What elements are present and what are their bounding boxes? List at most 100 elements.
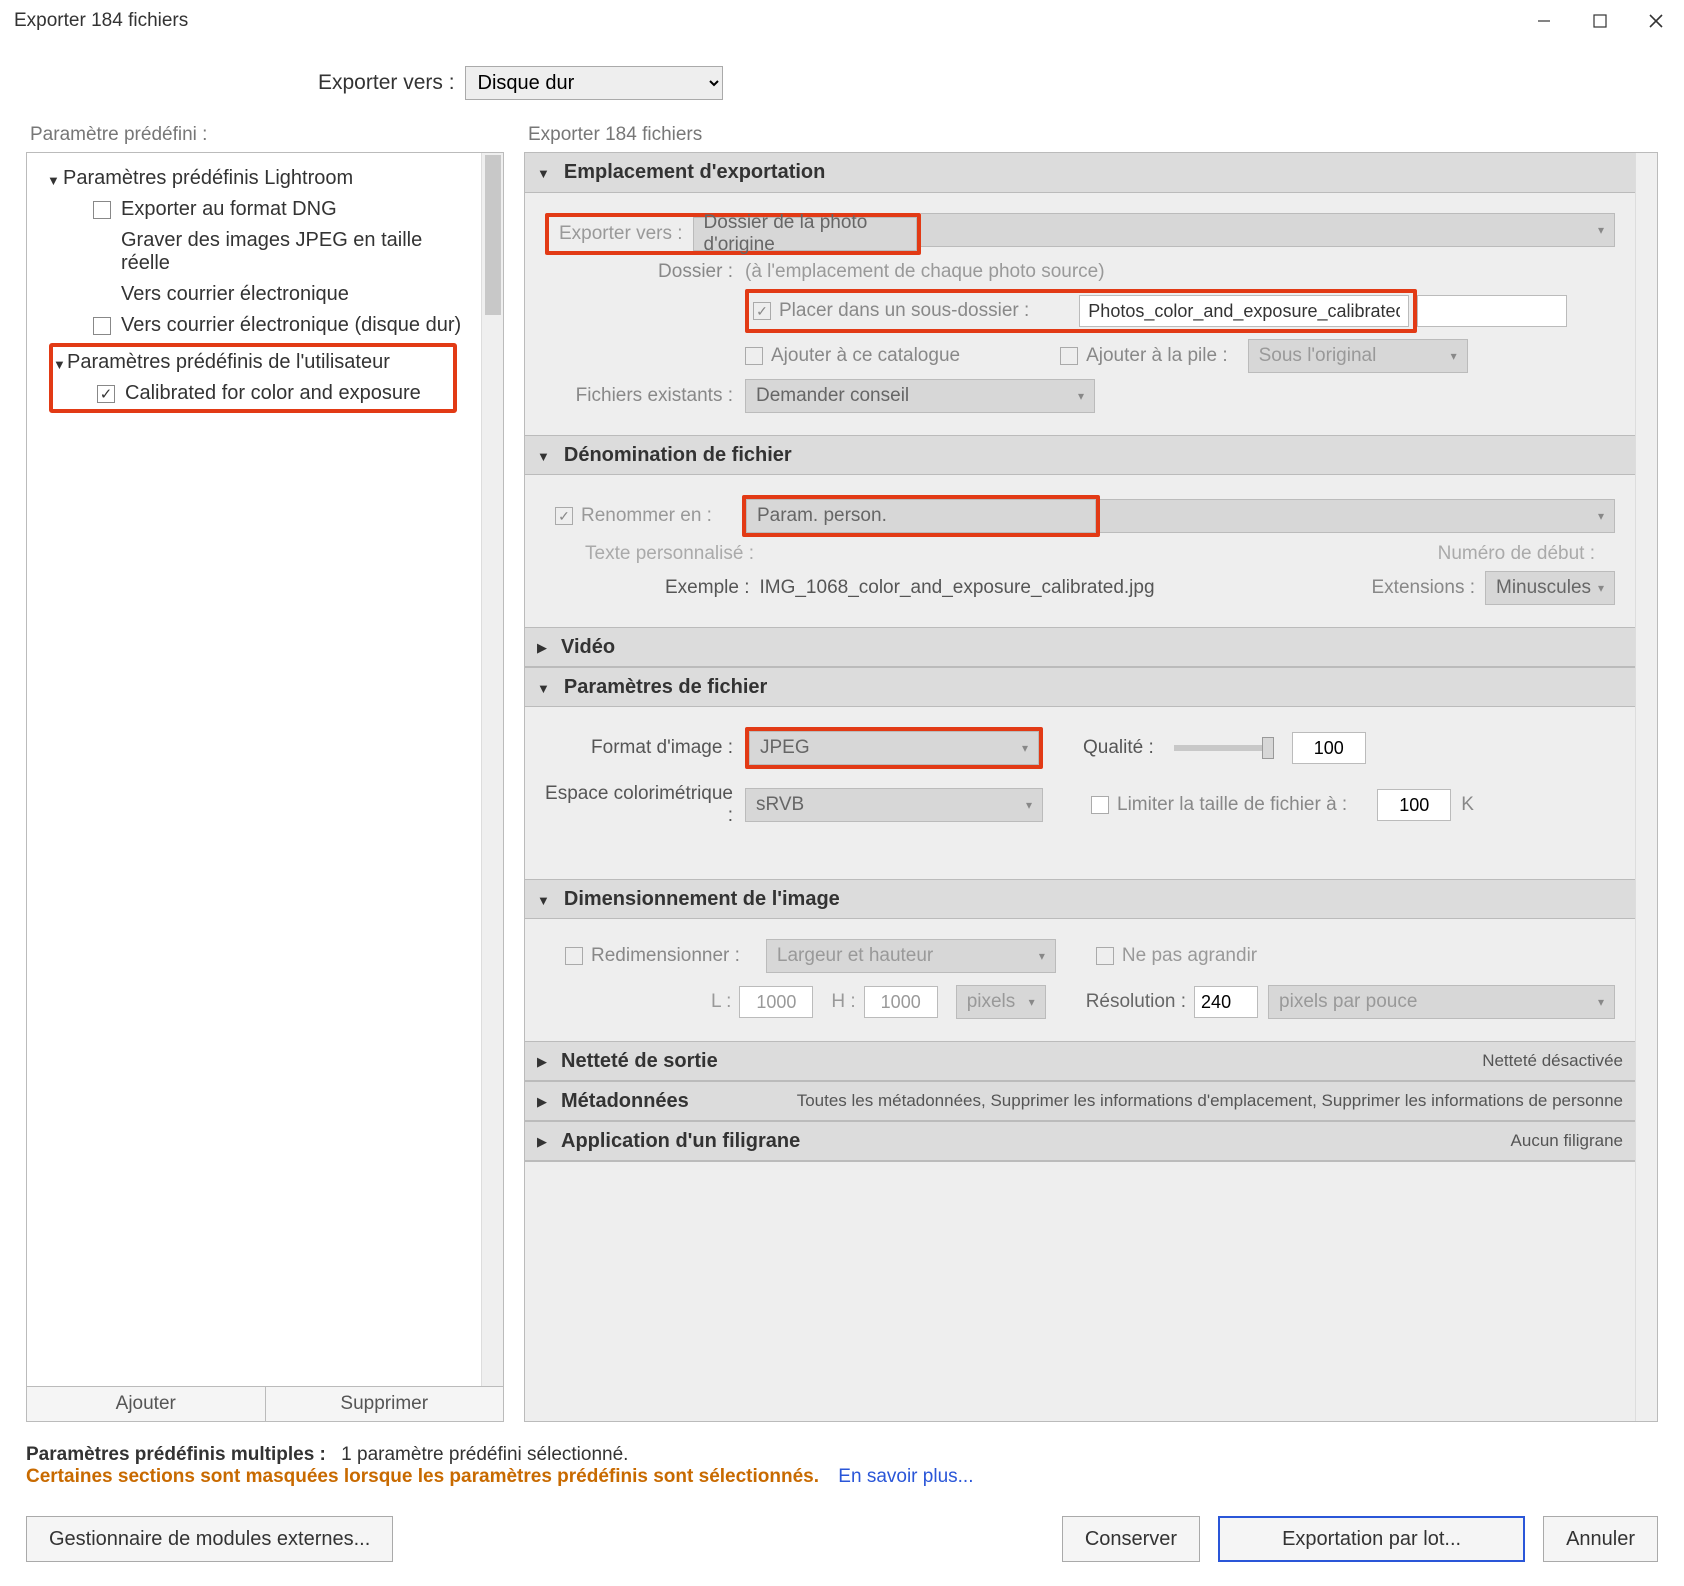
- limit-filesize-input[interactable]: [1377, 789, 1451, 821]
- window-close-button[interactable]: [1628, 0, 1684, 42]
- preset-scrollbar[interactable]: [481, 153, 503, 1386]
- folder-value: (à l'emplacement de chaque photo source): [745, 261, 1105, 283]
- tree-expand-icon: ▶: [537, 640, 547, 656]
- panel-stack: ▼ Emplacement d'exportation Exporter ver…: [524, 152, 1658, 1422]
- limit-filesize-label: Limiter la taille de fichier à :: [1117, 794, 1347, 816]
- export-to-select[interactable]: Disque dur: [465, 66, 723, 100]
- tree-collapse-icon: ▼: [537, 166, 550, 181]
- scrollbar-thumb[interactable]: [485, 155, 501, 315]
- remove-preset-button[interactable]: Supprimer: [266, 1387, 504, 1421]
- cancel-button[interactable]: Annuler: [1543, 1516, 1658, 1562]
- panel-scrollbar[interactable]: [1635, 153, 1657, 1421]
- tree-collapse-icon: ▼: [537, 449, 550, 464]
- learn-more-link[interactable]: En savoir plus...: [838, 1466, 973, 1487]
- colorspace-label: Espace colorimétrique :: [545, 783, 745, 827]
- chevron-down-icon: ▾: [1026, 798, 1032, 812]
- preset-item-burn-jpeg[interactable]: Graver des images JPEG en taille réelle: [27, 225, 481, 279]
- resolution-unit-select[interactable]: pixels par pouce ▾: [1268, 985, 1615, 1019]
- chevron-down-icon: ▾: [1451, 349, 1457, 363]
- width-label: L :: [711, 991, 731, 1013]
- rename-checkbox[interactable]: [555, 507, 573, 525]
- chevron-down-icon: ▾: [1022, 741, 1028, 755]
- section-header-metadata[interactable]: ▶ Métadonnées Toutes les métadonnées, Su…: [525, 1081, 1635, 1121]
- batch-export-button[interactable]: Exportation par lot...: [1218, 1516, 1525, 1562]
- preset-group-lightroom[interactable]: ▼ Paramètres prédéfinis Lightroom: [27, 163, 481, 194]
- width-input[interactable]: [739, 986, 813, 1018]
- section-header-sharpen[interactable]: ▶ Netteté de sortie Netteté désactivée: [525, 1041, 1635, 1081]
- no-enlarge-checkbox[interactable]: [1096, 947, 1114, 965]
- section-header-location[interactable]: ▼ Emplacement d'exportation: [525, 153, 1635, 193]
- height-input[interactable]: [864, 986, 938, 1018]
- window-maximize-button[interactable]: [1572, 0, 1628, 42]
- keep-button[interactable]: Conserver: [1062, 1516, 1200, 1562]
- size-unit-select[interactable]: pixels ▾: [956, 985, 1046, 1019]
- section-body-sizing: Redimensionner : Largeur et hauteur ▾ Ne…: [525, 919, 1635, 1041]
- add-stack-checkbox[interactable]: [1060, 347, 1078, 365]
- resolution-label: Résolution :: [1086, 991, 1186, 1013]
- window-titlebar: Exporter 184 fichiers: [0, 0, 1684, 42]
- checkbox-icon[interactable]: [97, 385, 115, 403]
- section-header-watermark[interactable]: ▶ Application d'un filigrane Aucun filig…: [525, 1121, 1635, 1161]
- subfolder-checkbox[interactable]: [753, 302, 771, 320]
- subfolder-input[interactable]: [1079, 295, 1409, 327]
- preset-item-calibrated[interactable]: Calibrated for color and exposure: [53, 378, 453, 409]
- window-controls: [1516, 0, 1684, 42]
- plugin-manager-button[interactable]: Gestionnaire de modules externes...: [26, 1516, 393, 1562]
- chevron-down-icon: ▾: [1598, 223, 1604, 237]
- export-to-folder-select[interactable]: Dossier de la photo d'origine: [693, 217, 917, 251]
- multi-preset-value: 1 paramètre prédéfini sélectionné.: [341, 1444, 628, 1465]
- existing-files-label: Fichiers existants :: [545, 385, 745, 407]
- add-stack-label: Ajouter à la pile :: [1086, 345, 1228, 367]
- preset-action-buttons: Ajouter Supprimer: [26, 1387, 504, 1422]
- limit-filesize-checkbox[interactable]: [1091, 796, 1109, 814]
- export-to-label: Exporter vers :: [318, 71, 455, 95]
- tree-expand-icon: ▶: [537, 1094, 547, 1110]
- right-header: Exporter 184 fichiers: [524, 124, 1658, 146]
- footer: Paramètres prédéfinis multiples : 1 para…: [0, 1422, 1684, 1584]
- add-catalog-label: Ajouter à ce catalogue: [771, 345, 960, 367]
- slider-thumb[interactable]: [1262, 737, 1274, 759]
- preset-item-export-dng[interactable]: Exporter au format DNG: [27, 194, 481, 225]
- stack-position-select[interactable]: Sous l'original ▾: [1248, 339, 1468, 373]
- existing-files-select[interactable]: Demander conseil ▾: [745, 379, 1095, 413]
- section-header-video[interactable]: ▶ Vidéo: [525, 627, 1635, 667]
- quality-label: Qualité :: [1083, 737, 1154, 759]
- tree-expand-icon: ▼: [53, 357, 66, 372]
- preset-item-email-disk[interactable]: Vers courrier électronique (disque dur): [27, 310, 481, 341]
- quality-input[interactable]: [1292, 732, 1366, 764]
- chevron-down-icon: ▾: [1039, 949, 1045, 963]
- resize-label: Redimensionner :: [591, 945, 740, 967]
- quality-slider[interactable]: [1174, 745, 1274, 751]
- rename-template-select-ext[interactable]: ▾: [1100, 499, 1615, 533]
- checkbox-icon[interactable]: [93, 317, 111, 335]
- resize-mode-select[interactable]: Largeur et hauteur ▾: [766, 939, 1056, 973]
- preset-item-email[interactable]: Vers courrier électronique: [27, 279, 481, 310]
- resolution-input[interactable]: [1194, 986, 1258, 1018]
- preset-tree[interactable]: ▼ Paramètres prédéfinis Lightroom Export…: [27, 153, 481, 1386]
- image-format-select[interactable]: JPEG ▾: [749, 731, 1039, 765]
- export-to-folder-select-ext[interactable]: ▾: [921, 213, 1615, 247]
- checkbox-icon: [93, 243, 111, 261]
- no-enlarge-label: Ne pas agrandir: [1122, 945, 1257, 967]
- user-preset-highlight: ▼ Paramètres prédéfinis de l'utilisateur…: [49, 343, 457, 413]
- rename-template-select[interactable]: Param. person.: [746, 499, 1096, 533]
- checkbox-icon[interactable]: [93, 201, 111, 219]
- add-catalog-checkbox[interactable]: [745, 347, 763, 365]
- window-minimize-button[interactable]: [1516, 0, 1572, 42]
- preset-group-user[interactable]: ▼ Paramètres prédéfinis de l'utilisateur: [53, 347, 453, 378]
- section-header-sizing[interactable]: ▼ Dimensionnement de l'image: [525, 879, 1635, 919]
- colorspace-select[interactable]: sRVB ▾: [745, 788, 1043, 822]
- section-header-naming[interactable]: ▼ Dénomination de fichier: [525, 435, 1635, 475]
- subfolder-input-ext[interactable]: [1417, 295, 1567, 327]
- section-header-file[interactable]: ▼ Paramètres de fichier: [525, 667, 1635, 707]
- tree-expand-icon: ▶: [537, 1134, 547, 1150]
- example-value: IMG_1068_color_and_exposure_calibrated.j…: [759, 577, 1154, 599]
- add-preset-button[interactable]: Ajouter: [27, 1387, 266, 1421]
- resize-checkbox[interactable]: [565, 947, 583, 965]
- checkbox-icon: [93, 286, 111, 304]
- watermark-summary: Aucun filigrane: [1511, 1131, 1623, 1151]
- preset-header: Paramètre prédéfini :: [26, 124, 504, 146]
- tree-expand-icon: ▶: [537, 1054, 547, 1070]
- extensions-select[interactable]: Minuscules ▾: [1485, 571, 1615, 605]
- panel-empty-space: [525, 1161, 1635, 1421]
